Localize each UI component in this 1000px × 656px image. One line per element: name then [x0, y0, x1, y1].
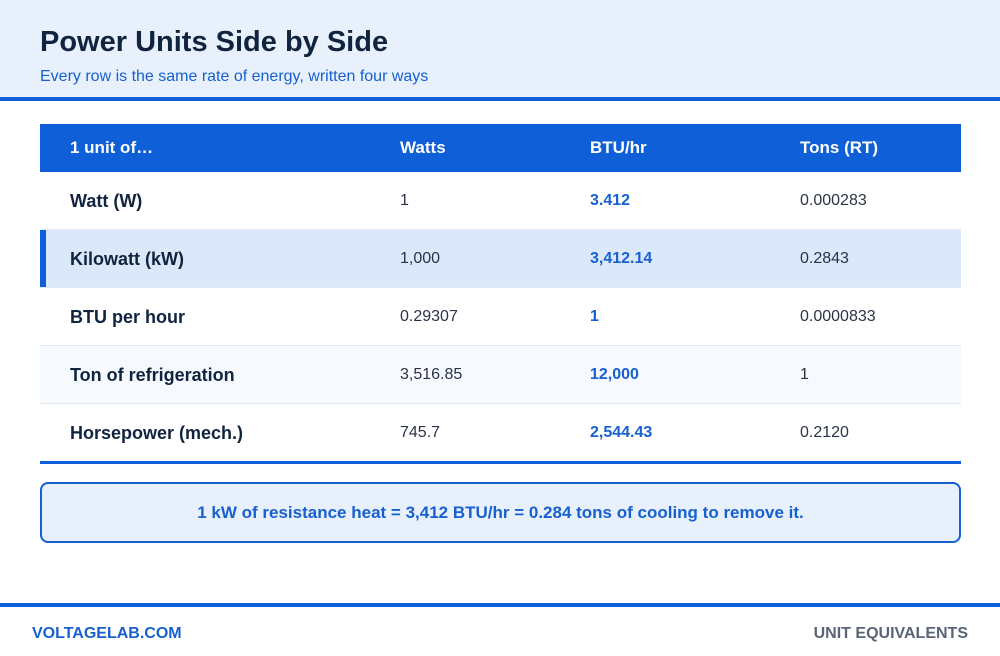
column-header-tons: Tons (RT) [800, 138, 879, 157]
table-row: Ton of refrigeration 3,516.85 12,000 1 [40, 346, 961, 404]
column-header-watts: Watts [400, 138, 446, 157]
footer-tag: UNIT EQUIVALENTS [813, 625, 968, 642]
page-subtitle: Every row is the same rate of energy, wr… [40, 68, 429, 85]
brand-link[interactable]: VOLTAGELAB.COM [32, 625, 182, 643]
unit-name-cell: Kilowatt (kW) [70, 249, 184, 269]
unit-name-cell: Watt (W) [70, 191, 143, 211]
table-row: BTU per hour 0.29307 1 0.0000833 [40, 288, 961, 346]
btu-hr-cell: 1 [590, 308, 599, 325]
header: Power Units Side by Side Every row is th… [0, 0, 1000, 101]
column-header-btu-hr: BTU/hr [590, 138, 647, 157]
btu-hr-cell: 3,412.14 [590, 250, 653, 267]
conversion-table: 1 unit of… Watts BTU/hr Tons (RT) Watt (… [40, 124, 961, 464]
page-title: Power Units Side by Side [40, 26, 389, 58]
btu-hr-cell: 2,544.43 [590, 424, 653, 441]
watts-cell: 1,000 [400, 250, 441, 267]
tons-cell: 0.000283 [800, 192, 867, 209]
table-row: Horsepower (mech.) 745.7 2,544.43 0.2120 [40, 404, 961, 464]
tons-cell: 1 [800, 366, 809, 383]
tons-cell: 0.2843 [800, 250, 849, 267]
unit-name-cell: Horsepower (mech.) [70, 423, 244, 443]
watts-cell: 745.7 [400, 424, 441, 441]
unit-name-cell: Ton of refrigeration [70, 365, 235, 385]
tons-cell: 0.2120 [800, 424, 849, 441]
table-header: 1 unit of… Watts BTU/hr Tons (RT) [40, 124, 961, 172]
btu-hr-cell: 12,000 [590, 366, 639, 383]
tons-cell: 0.0000833 [800, 308, 876, 325]
watts-cell: 1 [400, 192, 409, 209]
callout-note: 1 kW of resistance heat = 3,412 BTU/hr =… [40, 482, 961, 543]
table-row-highlighted: Kilowatt (kW) 1,000 3,412.14 0.2843 [40, 230, 961, 288]
btu-hr-cell: 3.412 [590, 192, 631, 209]
watts-cell: 0.29307 [400, 308, 458, 325]
footer: VOLTAGELAB.COM UNIT EQUIVALENTS [0, 603, 1000, 656]
unit-name-cell: BTU per hour [70, 307, 185, 327]
column-header-unit: 1 unit of… [70, 138, 154, 157]
watts-cell: 3,516.85 [400, 366, 463, 383]
table-row: Watt (W) 1 3.412 0.000283 [40, 172, 961, 230]
